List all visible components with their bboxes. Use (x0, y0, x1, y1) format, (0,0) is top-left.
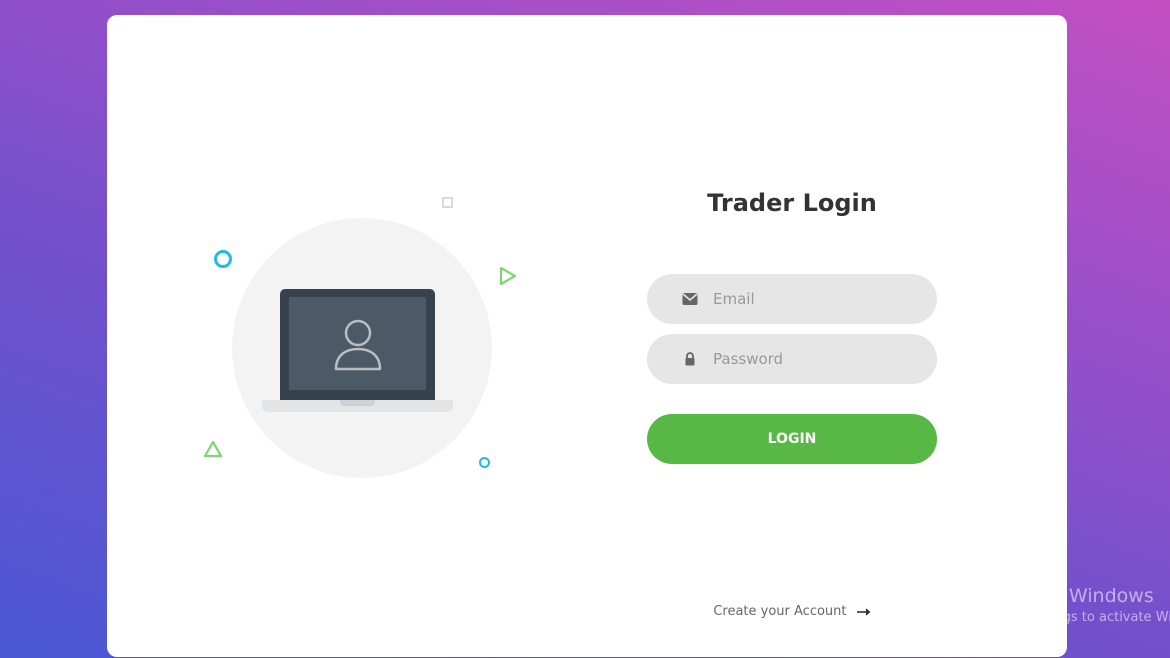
watermark-subtitle: Go to Settings to activate Windows. (985, 610, 1170, 625)
arrow-right-icon (856, 608, 871, 615)
login-button[interactable]: LOGIN (647, 414, 937, 464)
email-field[interactable] (647, 274, 937, 324)
envelope-icon (682, 293, 698, 305)
password-field[interactable] (647, 334, 937, 384)
login-illustration (107, 15, 607, 657)
page-title: Trader Login (707, 189, 877, 217)
ring-decoration (479, 457, 490, 468)
windows-activation-watermark: Activate Windows Go to Settings to activ… (985, 585, 1170, 625)
triangle-decoration (499, 266, 517, 286)
laptop-icon (280, 289, 435, 401)
watermark-title: Activate Windows (985, 585, 1154, 607)
create-account-link[interactable]: Create your Account (647, 604, 937, 619)
laptop-display (289, 297, 426, 390)
create-account-label: Create your Account (713, 604, 847, 619)
user-icon (334, 319, 382, 371)
login-card: Trader Login LOGIN Create your Account (107, 15, 1067, 657)
ring-decoration (214, 250, 232, 268)
laptop-notch (340, 400, 375, 406)
triangle-decoration (203, 440, 223, 458)
password-input[interactable] (713, 334, 913, 384)
login-form: Trader Login LOGIN Create your Account (647, 15, 937, 657)
lock-icon (685, 352, 695, 366)
email-input[interactable] (713, 274, 913, 324)
square-decoration (442, 197, 453, 208)
